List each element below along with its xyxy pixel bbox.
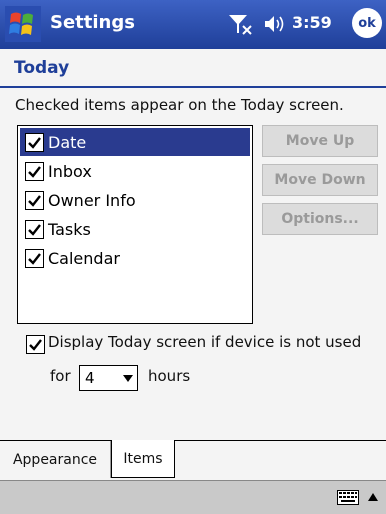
app-title: Settings: [50, 12, 135, 33]
tab-strip: Appearance Items: [0, 440, 386, 481]
checkmark-icon: [28, 252, 41, 265]
signal-icon[interactable]: [227, 12, 253, 36]
page-title: Today: [14, 58, 70, 78]
checkmark-icon: [28, 136, 41, 149]
ok-button[interactable]: ok: [352, 8, 382, 38]
hours-label: hours: [148, 367, 191, 385]
volume-icon[interactable]: [262, 12, 286, 36]
instruction-text: Checked items appear on the Today screen…: [15, 96, 344, 114]
checkmark-icon: [29, 339, 42, 351]
today-items-list[interactable]: Date Inbox Owner Info Tasks Calendar: [17, 125, 253, 324]
list-item-tasks[interactable]: Tasks: [20, 215, 250, 243]
list-item-label: Calendar: [48, 248, 120, 268]
display-today-checkbox[interactable]: [26, 335, 45, 354]
keyboard-icon[interactable]: [337, 490, 359, 505]
list-item-label: Date: [48, 132, 87, 152]
checkbox-date[interactable]: [25, 132, 44, 152]
checkbox-tasks[interactable]: [25, 219, 44, 239]
tab-items[interactable]: Items: [111, 440, 175, 478]
checkbox-owner-info[interactable]: [25, 190, 44, 210]
move-down-button[interactable]: Move Down: [262, 164, 378, 196]
title-bar: Settings 3:59 ok: [0, 0, 386, 49]
list-item-inbox[interactable]: Inbox: [20, 157, 250, 185]
list-item-date[interactable]: Date: [20, 128, 250, 156]
checkmark-icon: [28, 194, 41, 207]
clock[interactable]: 3:59: [292, 13, 332, 32]
options-button[interactable]: Options...: [262, 203, 378, 235]
display-today-label: Display Today screen if device is not us…: [48, 333, 362, 351]
menu-bar: [0, 480, 386, 514]
windows-start-icon[interactable]: [5, 6, 41, 42]
checkmark-icon: [28, 165, 41, 178]
list-item-owner-info[interactable]: Owner Info: [20, 186, 250, 214]
checkbox-calendar[interactable]: [25, 248, 44, 268]
move-up-button[interactable]: Move Up: [262, 125, 378, 157]
for-label: for: [50, 367, 71, 385]
chevron-up-icon[interactable]: [368, 493, 378, 501]
list-item-label: Inbox: [48, 161, 92, 181]
hours-dropdown[interactable]: 4: [79, 365, 138, 391]
hours-value: 4: [85, 369, 95, 387]
list-item-label: Owner Info: [48, 190, 136, 210]
checkmark-icon: [28, 223, 41, 236]
tab-appearance[interactable]: Appearance: [0, 441, 111, 478]
checkbox-inbox[interactable]: [25, 161, 44, 181]
list-item-label: Tasks: [48, 219, 91, 239]
chevron-down-icon: [123, 375, 133, 382]
list-item-calendar[interactable]: Calendar: [20, 244, 250, 272]
header-divider: [0, 86, 386, 88]
